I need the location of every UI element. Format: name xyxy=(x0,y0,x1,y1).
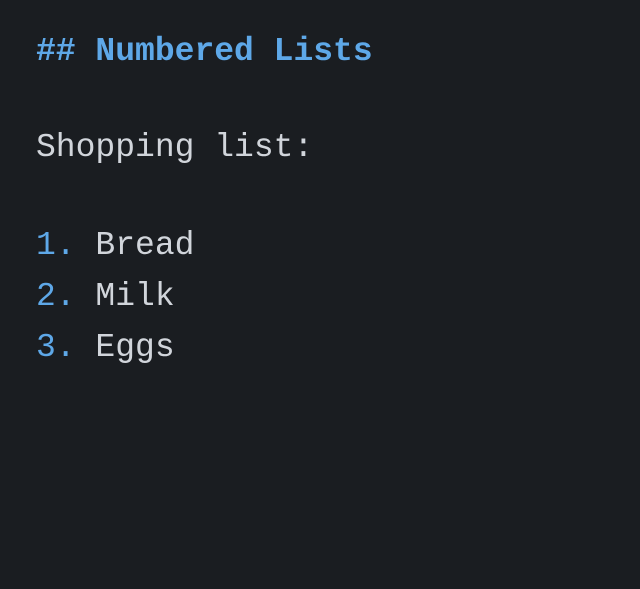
intro-text: Shopping list: xyxy=(36,124,604,172)
section-heading: ## Numbered Lists xyxy=(36,28,604,76)
ordered-list: 1. Bread 2. Milk 3. Eggs xyxy=(36,220,604,373)
list-item: 2. Milk xyxy=(36,271,604,322)
list-marker: 2. xyxy=(36,278,76,315)
list-marker: 1. xyxy=(36,227,76,264)
list-marker: 3. xyxy=(36,329,76,366)
list-item: 3. Eggs xyxy=(36,322,604,373)
list-item: 1. Bread xyxy=(36,220,604,271)
list-item-text: Bread xyxy=(95,227,194,264)
list-item-text: Eggs xyxy=(95,329,174,366)
list-item-text: Milk xyxy=(95,278,174,315)
heading-marker: ## xyxy=(36,33,76,70)
heading-text: Numbered Lists xyxy=(95,33,372,70)
